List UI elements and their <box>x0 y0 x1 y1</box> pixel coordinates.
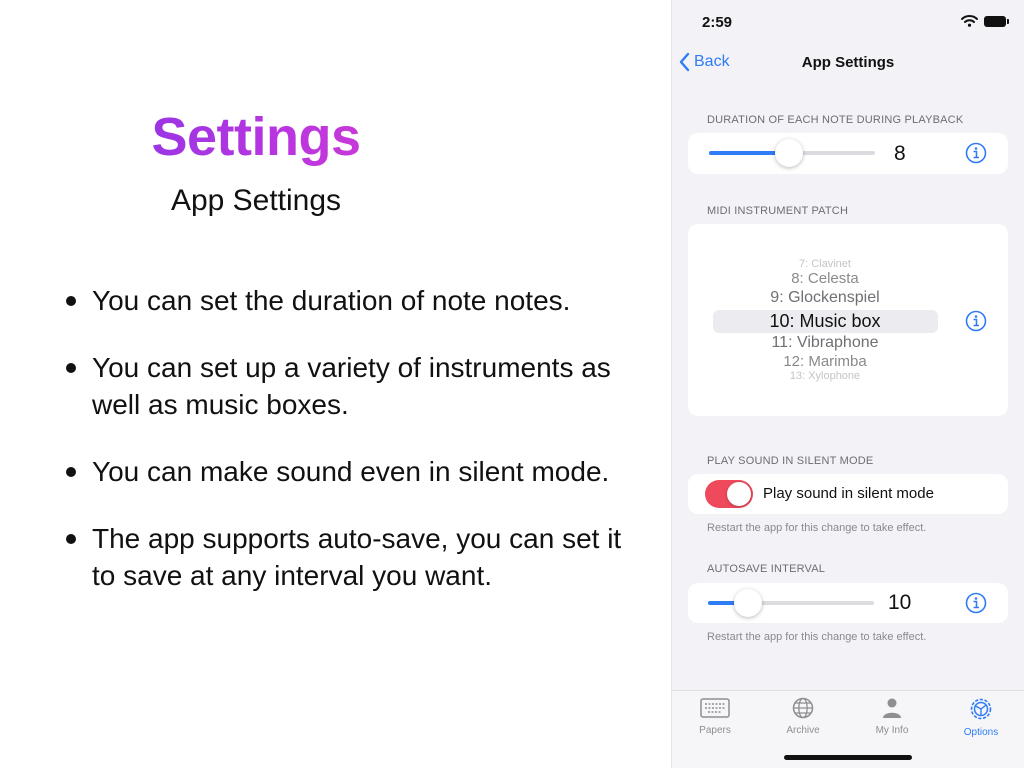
autosave-footer: Restart the app for this change to take … <box>707 631 927 643</box>
duration-slider[interactable] <box>709 139 875 167</box>
tab-archive[interactable]: Archive <box>763 697 843 736</box>
silent-footer: Restart the app for this change to take … <box>707 522 927 534</box>
picker-option[interactable]: 9: Glockenspiel <box>710 289 940 307</box>
feature-text: The app supports auto-save, you can set … <box>92 523 622 591</box>
duration-card: 8 <box>688 133 1008 174</box>
feature-item: You can make sound even in silent mode. <box>62 453 652 490</box>
instrument-card: 7: Clavinet 8: Celesta 9: Glockenspiel 1… <box>688 224 1008 416</box>
phone-screen: 2:59 Back App Settings DURATION OF EACH … <box>671 0 1024 768</box>
tab-my-info[interactable]: My Info <box>852 697 932 736</box>
nav-title: App Settings <box>801 54 895 71</box>
bullet-dot-icon <box>66 363 76 373</box>
globe-icon <box>792 697 814 719</box>
instrument-section-label: MIDI INSTRUMENT PATCH <box>707 205 849 217</box>
duration-info-icon[interactable] <box>965 142 987 164</box>
home-indicator <box>784 755 912 760</box>
picker-option[interactable]: 12: Marimba <box>710 353 940 370</box>
feature-item: You can set the duration of note notes. <box>62 282 652 319</box>
bullet-dot-icon <box>66 296 76 306</box>
feature-text: You can set up a variety of instruments … <box>92 352 611 420</box>
autosave-value: 10 <box>888 591 912 614</box>
status-icons <box>961 15 1009 27</box>
feature-text: You can set the duration of note notes. <box>92 285 571 316</box>
autosave-card: 10 <box>688 583 1008 623</box>
autosave-section-label: AUTOSAVE INTERVAL <box>707 563 826 575</box>
tab-options[interactable]: Options <box>941 697 1021 738</box>
feature-list: You can set the duration of note notes. … <box>62 282 652 624</box>
status-time: 2:59 <box>702 14 733 31</box>
instrument-info-icon[interactable] <box>965 310 987 332</box>
screen: Settings App Settings You can set the du… <box>0 0 1024 768</box>
picker-option-selected[interactable]: 10: Music box <box>710 311 940 332</box>
tab-label: My Info <box>875 725 909 736</box>
instrument-picker[interactable]: 7: Clavinet 8: Celesta 9: Glockenspiel 1… <box>710 254 940 384</box>
bullet-dot-icon <box>66 534 76 544</box>
duration-slider-thumb[interactable] <box>774 139 803 167</box>
toggle-knob <box>727 482 751 506</box>
duration-section-label: DURATION OF EACH NOTE DURING PLAYBACK <box>707 114 964 126</box>
silent-card: Play sound in silent mode <box>688 474 1008 514</box>
promo-title: Settings <box>0 106 512 168</box>
tab-label: Options <box>963 727 999 738</box>
gear-icon <box>970 698 992 720</box>
feature-item: The app supports auto-save, you can set … <box>62 520 652 594</box>
promo-subtitle: App Settings <box>170 184 342 217</box>
tab-papers[interactable]: Papers <box>675 697 755 736</box>
silent-mode-label: Play sound in silent mode <box>763 485 934 502</box>
picker-option[interactable]: 7: Clavinet <box>710 258 940 270</box>
silent-mode-toggle[interactable] <box>705 480 753 508</box>
picker-option[interactable]: 8: Celesta <box>710 270 940 287</box>
tab-label: Papers <box>699 725 731 736</box>
feature-text: You can make sound even in silent mode. <box>92 456 610 487</box>
wifi-icon <box>961 15 978 27</box>
autosave-slider-thumb[interactable] <box>733 589 762 617</box>
feature-item: You can set up a variety of instruments … <box>62 349 652 423</box>
person-icon <box>883 698 901 718</box>
autosave-info-icon[interactable] <box>965 592 987 614</box>
bullet-dot-icon <box>66 467 76 477</box>
battery-icon <box>984 15 1009 27</box>
keyboard-icon <box>700 698 730 718</box>
picker-option[interactable]: 13: Xylophone <box>710 370 940 382</box>
duration-value: 8 <box>894 142 906 165</box>
silent-section-label: PLAY SOUND IN SILENT MODE <box>707 455 874 467</box>
autosave-slider[interactable] <box>708 589 874 617</box>
picker-option[interactable]: 11: Vibraphone <box>710 334 940 352</box>
tab-label: Archive <box>786 725 820 736</box>
